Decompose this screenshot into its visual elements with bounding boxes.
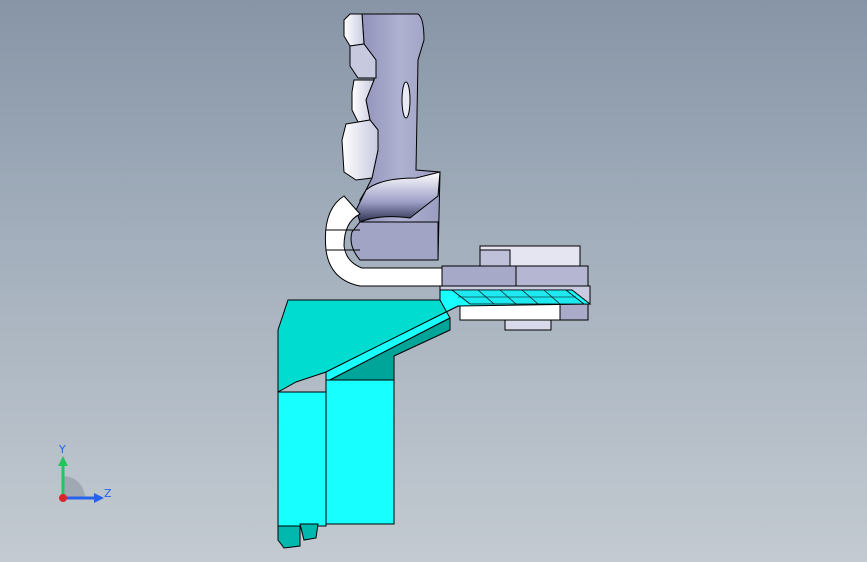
y-axis-arrow-icon <box>58 456 68 466</box>
arm-bend-inner <box>350 221 439 261</box>
base-foot-middle <box>299 523 319 541</box>
arm-slot-hole <box>401 81 411 119</box>
base-leg-left <box>277 391 327 527</box>
arm-side-face-lower <box>341 119 379 181</box>
3d-model-view[interactable] <box>0 0 867 562</box>
x-axis-dot-icon <box>59 494 67 502</box>
lower-bracket-dark <box>559 303 589 321</box>
arm-side-face-top <box>343 13 365 47</box>
arm-part[interactable] <box>324 13 443 287</box>
top-boss-dark <box>479 249 511 267</box>
z-axis-label: Z <box>104 487 112 500</box>
z-axis-arrow-icon <box>94 493 104 503</box>
coordinate-triad: Y Z <box>58 443 112 503</box>
base-foot-left <box>277 525 301 549</box>
plate-end <box>515 265 589 287</box>
y-axis-label: Y <box>58 443 66 456</box>
plate-part[interactable] <box>439 245 591 331</box>
graphics-viewport[interactable]: Y Z <box>0 0 867 562</box>
triad-quarter-disc <box>63 476 85 498</box>
base-leg-right <box>325 379 395 525</box>
